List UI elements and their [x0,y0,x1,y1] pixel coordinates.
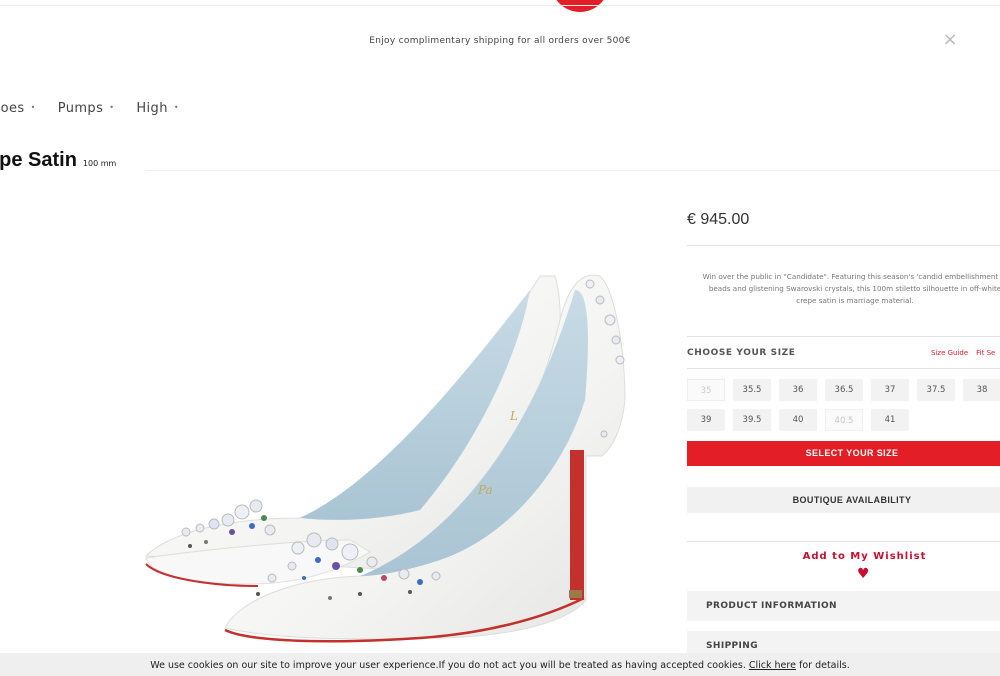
description-divider [687,336,1000,337]
heel-height: 100 mm [82,159,117,168]
product-information-accordion[interactable]: PRODUCT INFORMATION [687,591,1000,621]
heart-icon[interactable]: ♥ [857,566,870,582]
select-size-button[interactable]: SELECT YOUR SIZE [687,441,1000,466]
svg-text:L: L [509,409,518,423]
size-option[interactable]: 41 [871,409,909,431]
product-image[interactable]: Pa L [0,180,660,660]
breadcrumb-pumps[interactable]: Pumps • [58,101,115,116]
actions-divider [687,541,1000,542]
size-option[interactable]: 39 [687,409,725,431]
product-description: Win over the public in "Candidate". Feat… [702,272,1000,306]
size-option[interactable]: 37.5 [917,379,955,401]
size-option[interactable]: 36.5 [825,379,863,401]
product-price: € 945.00 [687,211,750,228]
size-guide-link[interactable]: Size Guide [931,349,968,357]
size-option[interactable]: 37 [871,379,909,401]
product-name: epe Satin [0,149,77,171]
breadcrumb-label: hoes [0,101,25,116]
fit-link[interactable]: Fit Se [976,349,995,357]
size-option[interactable]: 35 [687,379,725,401]
breadcrumb-high[interactable]: High • [136,101,179,116]
breadcrumb-shoes[interactable]: hoes • [0,101,36,116]
promo-banner-text: Enjoy complimentary shipping for all ord… [369,36,631,46]
close-icon[interactable]: × [941,30,959,50]
bullet-icon: • [173,103,179,112]
size-option[interactable]: 38 [963,379,1000,401]
size-option[interactable]: 39.5 [733,409,771,431]
price-divider [687,245,1000,246]
product-title: epe Satin 100 mm [0,149,116,172]
bullet-icon: • [109,103,115,112]
cookie-suffix: for details. [798,660,850,671]
size-divider [687,368,1000,369]
size-option[interactable]: 40.5 [825,409,863,431]
size-links: Size Guide Fit Se [931,349,1000,357]
size-option[interactable]: 40 [779,409,817,431]
brand-logo[interactable] [551,0,609,12]
cookie-text: We use cookies on our site to improve yo… [150,660,746,671]
add-to-wishlist-link[interactable]: Add to My Wishlist [687,551,1000,562]
size-option[interactable]: 35.5 [733,379,771,401]
top-divider [0,5,1000,6]
breadcrumb-label: High [136,101,168,116]
choose-size-title: CHOOSE YOUR SIZE [687,348,796,358]
breadcrumb: hoes • Pumps • High • [0,101,179,116]
svg-text:Pa: Pa [477,483,493,497]
size-option[interactable]: 36 [779,379,817,401]
boutique-availability-button[interactable]: BOUTIQUE AVAILABILITY [687,487,1000,513]
breadcrumb-label: Pumps [57,101,104,116]
title-divider [145,170,1000,171]
bullet-icon: • [30,103,36,112]
cookie-banner: We use cookies on our site to improve yo… [0,653,1000,676]
cookie-details-link[interactable]: Click here [749,660,796,671]
